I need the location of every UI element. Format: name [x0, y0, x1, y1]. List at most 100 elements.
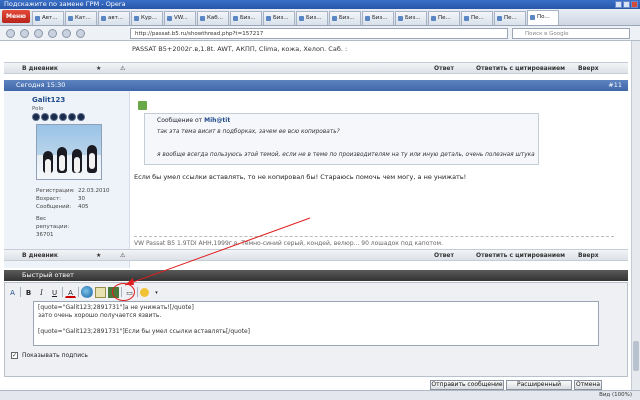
- opera-menu-button[interactable]: Меню: [2, 10, 30, 23]
- favicon-icon: [200, 16, 205, 21]
- post-number[interactable]: #11: [608, 80, 622, 91]
- username[interactable]: Galit123: [32, 96, 65, 104]
- favicon-icon: [464, 16, 469, 21]
- underline-button[interactable]: U: [49, 287, 60, 298]
- favicon-icon: [134, 16, 139, 21]
- reply-quote-button[interactable]: Ответить с цитированием: [476, 63, 565, 74]
- reload-icon[interactable]: [62, 29, 71, 38]
- quote-author[interactable]: Mih@tit: [204, 117, 230, 124]
- quote-header: Сообщение от Mih@tit: [157, 117, 231, 124]
- post-date: Сегодня 15:30: [16, 81, 66, 89]
- badge-icon: [50, 113, 58, 121]
- rewind-icon[interactable]: [34, 29, 43, 38]
- maximize-icon[interactable]: [623, 1, 630, 8]
- browser-tab[interactable]: Биз...: [329, 11, 361, 25]
- favicon-icon: [233, 16, 238, 21]
- report-icon[interactable]: ⚠: [120, 63, 125, 74]
- favicon-icon: [68, 16, 73, 21]
- textarea-line: [quote="Galit123;2891731"]а не унижать![…: [38, 304, 194, 311]
- badge-icon: [59, 113, 67, 121]
- star-icon[interactable]: ★: [96, 63, 101, 74]
- browser-tab[interactable]: Биз...: [395, 11, 427, 25]
- scroll-up-link[interactable]: Вверх: [578, 63, 599, 74]
- browser-tab[interactable]: Пе...: [461, 11, 493, 25]
- user-info-pane: Galit123 Polo Регистрация: 22.03.2010 Воз…: [4, 91, 130, 268]
- star-icon[interactable]: ★: [96, 250, 101, 261]
- submit-button[interactable]: Отправить сообщение: [430, 380, 504, 390]
- chevron-down-icon[interactable]: ▾: [151, 287, 162, 298]
- browser-tab-active[interactable]: По...: [527, 10, 559, 25]
- show-signature-checkbox[interactable]: ✓: [11, 352, 18, 359]
- vertical-scrollbar[interactable]: [631, 41, 640, 390]
- page-content: PASSAT B5+2002г.в,1.8t. AWT, АКПП, Clima…: [0, 41, 631, 390]
- browser-tab[interactable]: Кат...: [65, 11, 97, 25]
- badge-icon: [77, 113, 85, 121]
- diary-link[interactable]: В дневник: [22, 63, 58, 74]
- home-icon[interactable]: [76, 29, 85, 38]
- badge-icon: [41, 113, 49, 121]
- post-body: Сообщение от Mih@tit так эта тема висит …: [132, 93, 626, 268]
- reply-button[interactable]: Ответ: [434, 63, 454, 74]
- scrollbar-thumb[interactable]: [633, 341, 639, 371]
- close-icon[interactable]: [631, 1, 638, 8]
- favicon-icon: [167, 16, 172, 21]
- text-color-button[interactable]: A: [65, 287, 76, 298]
- quote-line: так эта тема висит в подборках, зачем ее…: [157, 129, 340, 135]
- cancel-button[interactable]: Отмена: [574, 380, 602, 390]
- diary-link[interactable]: В дневник: [22, 250, 58, 261]
- post-message: Если бы умел ссылки вставлять, то не коп…: [134, 173, 467, 181]
- browser-tab[interactable]: Биз...: [296, 11, 328, 25]
- favicon-icon: [398, 16, 403, 21]
- minimize-icon[interactable]: [615, 1, 622, 8]
- user-title: Polo: [32, 106, 44, 112]
- advanced-mode-button[interactable]: Расширенный режим: [506, 380, 572, 390]
- browser-tab[interactable]: Пе...: [428, 11, 460, 25]
- post-icon: [138, 101, 147, 110]
- insert-image-icon[interactable]: [95, 286, 106, 298]
- avatar[interactable]: [36, 124, 102, 180]
- reputation-badges: [32, 113, 85, 121]
- annotation-circle: [112, 283, 135, 301]
- bold-button[interactable]: B: [23, 287, 34, 298]
- browser-tab[interactable]: Авт...: [32, 11, 64, 25]
- report-icon[interactable]: ⚠: [120, 250, 125, 261]
- search-input[interactable]: Поиск в Google: [512, 28, 630, 39]
- forward-icon[interactable]: [20, 29, 29, 38]
- toolbar-divider: [62, 287, 63, 297]
- quick-reply-editor: A B I U A ▭ ▾ [quote="Galit123;2891731"]…: [4, 282, 628, 377]
- insert-link-icon[interactable]: [81, 286, 93, 298]
- toolbar-divider: [78, 287, 79, 297]
- favicon-icon: [266, 16, 271, 21]
- toolbar-divider: [20, 287, 21, 297]
- address-input[interactable]: http://passat.b5.ru/showthread.php?t=157…: [130, 28, 508, 39]
- browser-tab[interactable]: Пе...: [494, 11, 526, 25]
- tab-bar: Меню Авт... Кат... авт... Кур... VW... К…: [0, 9, 640, 26]
- reply-quote-button[interactable]: Ответить с цитированием: [476, 250, 565, 261]
- textarea-line: [quote="Galit123;2891731"]Если бы умел с…: [38, 328, 250, 335]
- browser-tab[interactable]: авт...: [98, 11, 130, 25]
- browser-tab[interactable]: Биз...: [263, 11, 295, 25]
- fast-forward-icon[interactable]: [48, 29, 57, 38]
- favicon-icon: [332, 16, 337, 21]
- user-stats: Регистрация: 22.03.2010 Возраст: 30 Сообще…: [36, 188, 110, 238]
- browser-tab[interactable]: Каб...: [197, 11, 229, 25]
- favicon-icon: [530, 15, 535, 20]
- address-toolbar: http://passat.b5.ru/showthread.php?t=157…: [0, 26, 640, 41]
- reply-button[interactable]: Ответ: [434, 250, 454, 261]
- textarea-line: [38, 320, 594, 328]
- zoom-level[interactable]: Вид (100%): [599, 391, 632, 400]
- scroll-up-link[interactable]: Вверх: [578, 250, 599, 261]
- font-icon[interactable]: A: [7, 287, 18, 298]
- browser-tab[interactable]: Биз...: [230, 11, 262, 25]
- browser-tab[interactable]: Биз...: [362, 11, 394, 25]
- message-textarea[interactable]: [quote="Galit123;2891731"]а не унижать![…: [33, 301, 599, 346]
- smiley-icon[interactable]: [140, 287, 149, 297]
- post-footer: В дневник ★ ⚠ Ответ Ответить с цитирован…: [4, 249, 628, 261]
- window-title: Подскажите по замене ГРМ - Opera: [4, 0, 126, 8]
- browser-tab[interactable]: Кур...: [131, 11, 163, 25]
- browser-tab[interactable]: VW...: [164, 11, 196, 25]
- back-icon[interactable]: [6, 29, 15, 38]
- italic-button[interactable]: I: [36, 287, 47, 298]
- window-controls: [615, 1, 638, 8]
- favicon-icon: [497, 16, 502, 21]
